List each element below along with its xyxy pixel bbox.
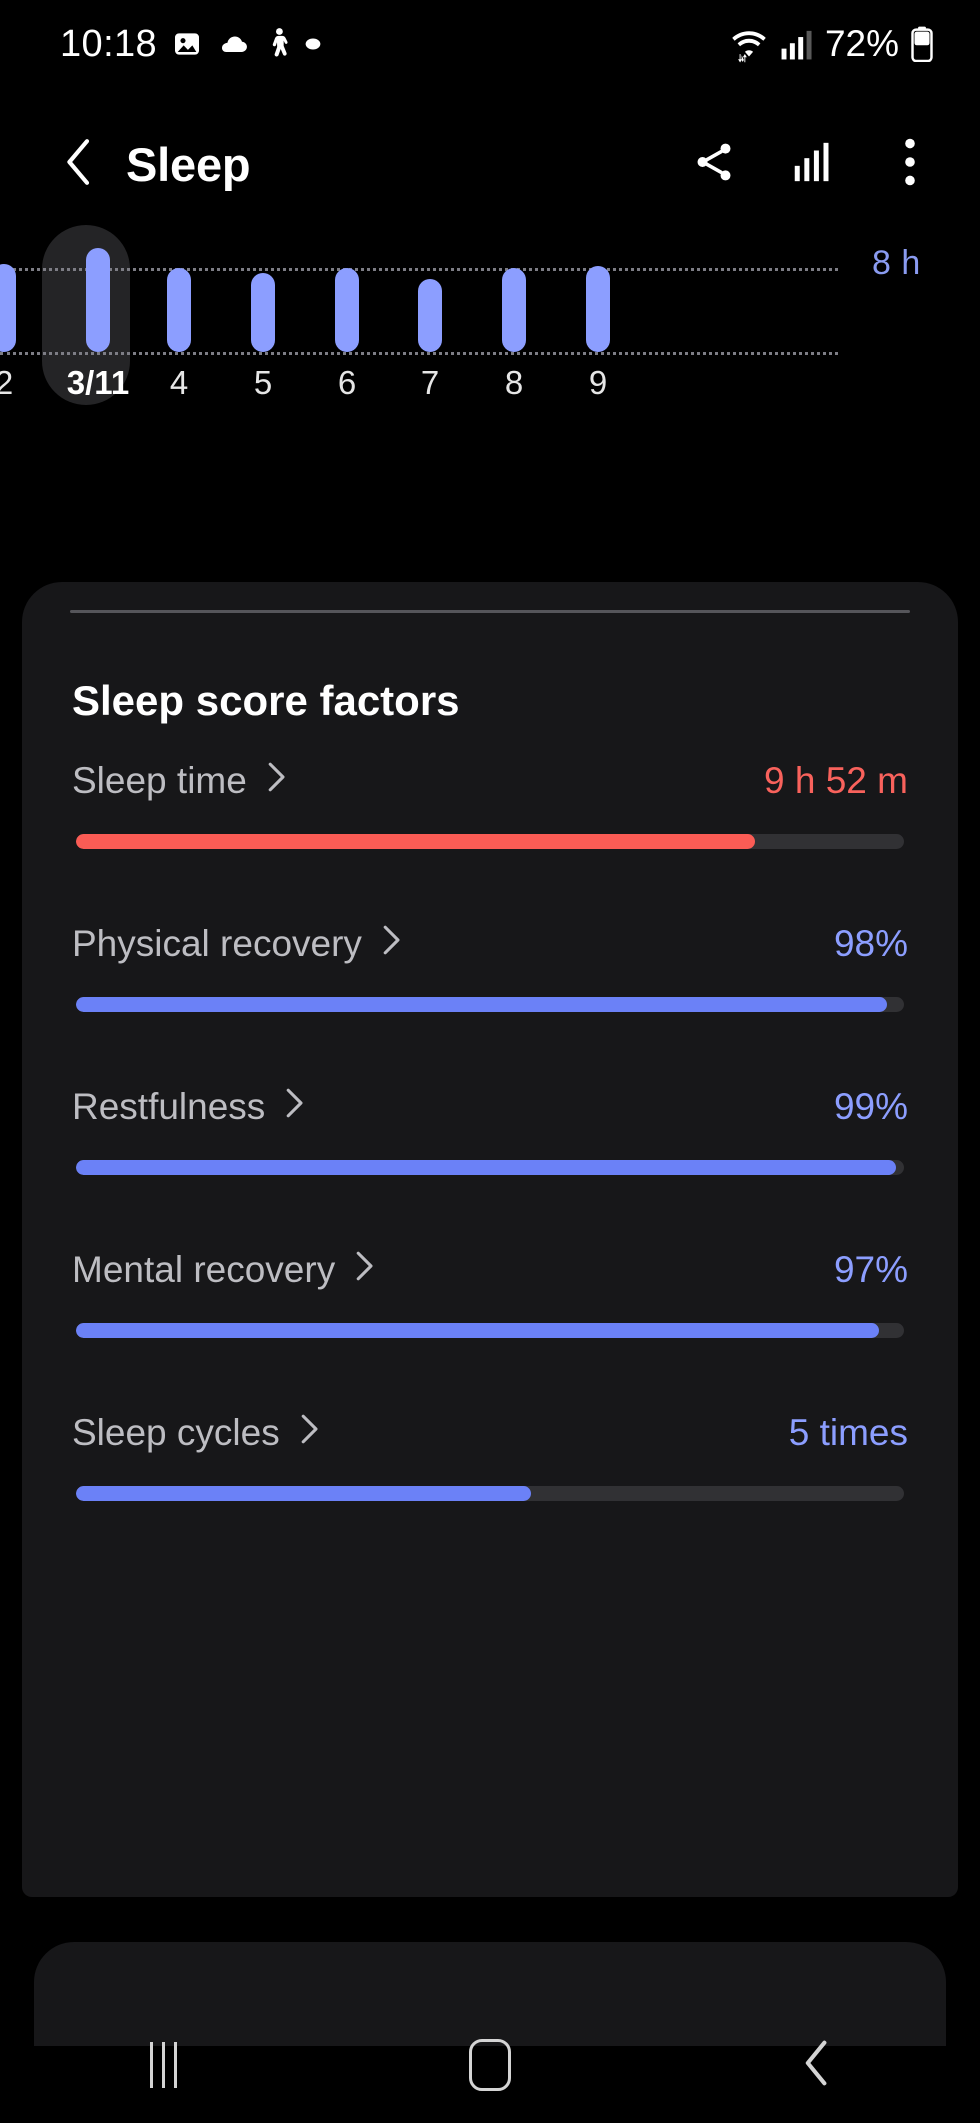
factor-header: Mental recovery 97% — [72, 1249, 908, 1291]
status-bar-left: 10:18 — [60, 23, 321, 66]
back-icon — [801, 2039, 833, 2092]
factor-progress-fill — [76, 1323, 880, 1338]
dot-icon — [305, 36, 321, 52]
more-options-button[interactable] — [884, 138, 936, 190]
chevron-right-icon — [296, 1412, 320, 1454]
header-actions — [688, 138, 936, 190]
factor-row[interactable]: Sleep time 9 h 52 m — [22, 754, 958, 917]
factor-row[interactable]: Restfulness 99% — [22, 1080, 958, 1243]
factor-value: 97% — [833, 1249, 908, 1290]
chart-bar[interactable] — [167, 268, 191, 352]
cloud-icon — [217, 28, 251, 60]
factor-label[interactable]: Sleep time — [72, 760, 287, 802]
home-icon — [468, 2039, 511, 2091]
factor-progress-fill — [76, 834, 755, 849]
gridline-label-8h: 8 h — [872, 244, 921, 282]
factor-value: 9 h 52 m — [764, 760, 908, 801]
factor-progress-track — [76, 1323, 904, 1338]
factor-progress-track — [76, 834, 904, 849]
card-title: Sleep score factors — [72, 677, 460, 724]
stats-button[interactable] — [786, 138, 838, 190]
share-icon — [691, 139, 737, 190]
factor-progress-track — [76, 1160, 904, 1175]
factors-list: Sleep time 9 h 52 m Physical recovery 98% Re… — [22, 754, 958, 1569]
factor-progress-fill — [76, 1160, 896, 1175]
recents-button[interactable] — [88, 2020, 238, 2110]
factor-label[interactable]: Sleep cycles — [72, 1412, 320, 1454]
battery-icon — [910, 26, 934, 62]
chart-bar[interactable] — [586, 265, 610, 352]
factor-row[interactable]: Physical recovery 98% — [22, 917, 958, 1080]
back-button[interactable] — [52, 137, 106, 191]
factor-header: Sleep cycles 5 times — [72, 1412, 908, 1454]
factor-label-text: Restfulness — [72, 1086, 266, 1127]
recents-icon — [149, 2042, 177, 2088]
factor-value: 98% — [833, 923, 908, 964]
bar-chart-icon — [789, 139, 835, 190]
overflow-menu-icon — [903, 138, 917, 191]
factor-progress-fill — [76, 997, 888, 1012]
image-icon — [171, 28, 203, 60]
factor-value: 5 times — [788, 1412, 908, 1453]
chevron-right-icon — [281, 1086, 305, 1128]
chart-x-label[interactable]: 9 — [538, 364, 658, 402]
factor-label-text: Sleep time — [72, 760, 247, 801]
chart-bar[interactable] — [502, 268, 526, 352]
sleep-score-factors-card: Sleep score factors Sleep time 9 h 52 m Ph… — [22, 582, 958, 1897]
share-button[interactable] — [688, 138, 740, 190]
factor-header: Sleep time 9 h 52 m — [72, 760, 908, 802]
app-header: Sleep — [0, 118, 980, 210]
factor-label-text: Physical recovery — [72, 923, 362, 964]
status-bar-right: 72% — [729, 23, 934, 65]
factor-label[interactable]: Restfulness — [72, 1086, 305, 1128]
factor-row[interactable]: Sleep cycles 5 times — [22, 1406, 958, 1569]
sleep-duration-chart[interactable]: 8 h 2 3/11 4 5 6 7 8 9 — [0, 218, 980, 558]
system-navigation-bar — [0, 2007, 980, 2123]
chart-bar[interactable] — [0, 263, 16, 352]
chevron-right-icon — [378, 923, 402, 965]
chart-bar[interactable] — [335, 268, 359, 352]
chevron-right-icon — [351, 1249, 375, 1291]
factor-header: Physical recovery 98% — [72, 923, 908, 965]
factor-label-text: Sleep cycles — [72, 1412, 280, 1453]
chart-bar[interactable] — [418, 278, 442, 352]
chart-bar[interactable] — [251, 273, 275, 352]
home-button[interactable] — [415, 2020, 565, 2110]
phone-screen: 10:18 72% Sleep 8 h 2 3/11 4 5 6 7 8 9 S… — [0, 0, 980, 2123]
factor-value: 99% — [833, 1086, 908, 1127]
factor-header: Restfulness 99% — [72, 1086, 908, 1128]
battery-percent-label: 72% — [824, 23, 899, 64]
factor-progress-track — [76, 1486, 904, 1501]
factor-label-text: Mental recovery — [72, 1249, 336, 1290]
page-title: Sleep — [126, 137, 251, 191]
chevron-right-icon — [263, 760, 287, 802]
factor-progress-fill — [76, 1486, 532, 1501]
status-bar: 10:18 72% — [0, 0, 980, 88]
gridline-8h — [0, 268, 838, 271]
status-bar-clock: 10:18 — [60, 22, 158, 65]
factor-label[interactable]: Physical recovery — [72, 923, 402, 965]
wifi-icon — [729, 25, 769, 63]
factor-label[interactable]: Mental recovery — [72, 1249, 375, 1291]
chart-plot-area[interactable]: 8 h 2 3/11 4 5 6 7 8 9 — [0, 218, 980, 558]
gridline-baseline — [0, 352, 838, 355]
person-walking-icon — [265, 27, 291, 61]
system-back-button[interactable] — [742, 2020, 892, 2110]
cellular-signal-icon — [780, 27, 814, 61]
chart-bar[interactable] — [86, 248, 110, 352]
factor-progress-track — [76, 997, 904, 1012]
card-drag-handle[interactable] — [70, 610, 910, 613]
chevron-left-icon — [58, 138, 100, 191]
factor-row[interactable]: Mental recovery 97% — [22, 1243, 958, 1406]
